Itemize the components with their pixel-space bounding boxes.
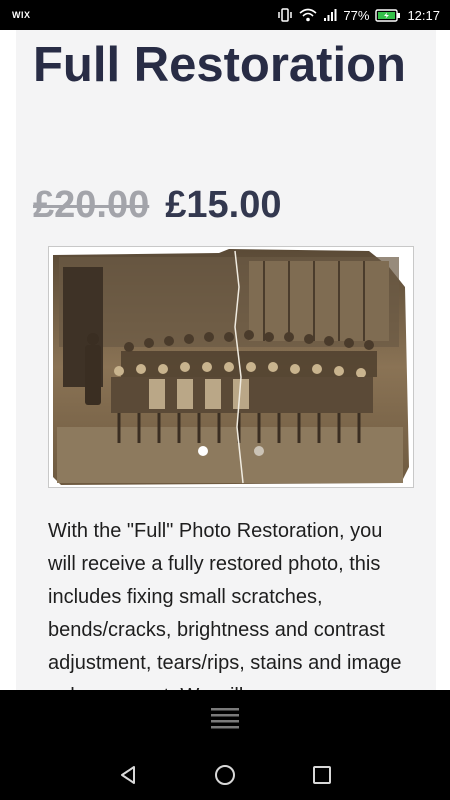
battery-charging-icon xyxy=(375,8,401,22)
vibrate-icon xyxy=(277,8,293,22)
product-description: With the "Full" Photo Restoration, you w… xyxy=(48,520,402,690)
home-icon[interactable] xyxy=(205,755,245,795)
battery-percent: 77% xyxy=(343,7,370,23)
product-image-slider[interactable] xyxy=(48,246,414,488)
back-icon[interactable] xyxy=(108,755,148,795)
wifi-icon xyxy=(299,8,317,22)
hamburger-menu-icon[interactable] xyxy=(210,706,240,735)
original-price: £20.00 xyxy=(33,183,150,226)
product-image[interactable] xyxy=(49,247,413,487)
android-nav-bar xyxy=(0,750,450,800)
status-app-label: WIX xyxy=(12,10,31,20)
slide-dot-2[interactable] xyxy=(254,446,264,456)
status-bar: WIX 77% 12:17 xyxy=(0,0,450,30)
clock: 12:17 xyxy=(407,7,440,23)
price-row: £20.00 £15.00 xyxy=(33,180,281,230)
page-content[interactable]: Full Restoration £20.00 £15.00 With the … xyxy=(0,30,450,690)
signal-icon xyxy=(323,8,337,22)
product-title: Full Restoration xyxy=(33,38,406,92)
recents-icon[interactable] xyxy=(302,755,342,795)
sale-price: £15.00 xyxy=(165,183,282,226)
site-menu-bar xyxy=(0,690,450,750)
status-icons: 77% 12:17 xyxy=(277,8,440,23)
slide-dot-1[interactable] xyxy=(198,446,208,456)
